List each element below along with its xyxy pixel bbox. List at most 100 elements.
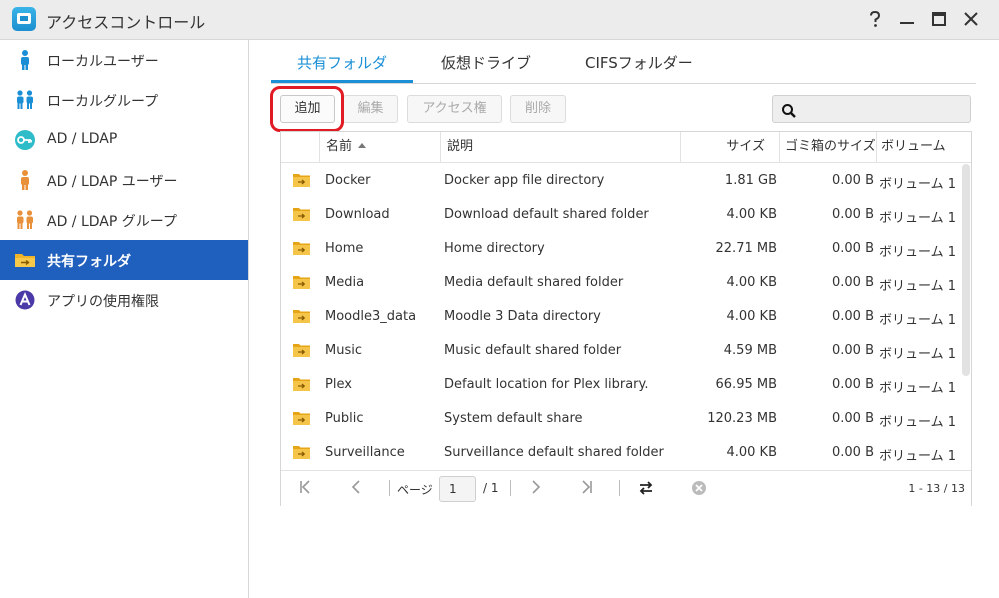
access-control-app-icon — [12, 7, 36, 31]
cell-name: Docker — [325, 173, 371, 188]
shared-folder-icon — [293, 310, 310, 323]
table-row[interactable]: Media Media default shared folder 4.00 KB 0… — [281, 265, 963, 299]
tab-shared-folders[interactable]: 共有フォルダ — [297, 52, 387, 73]
sidebar-item-shared-folders[interactable]: 共有フォルダ — [0, 240, 248, 280]
ad-group-icon — [17, 210, 33, 229]
page-number-input[interactable]: 1 — [439, 476, 476, 502]
add-button-highlight — [270, 86, 344, 132]
first-page-icon — [300, 480, 310, 494]
minimize-button[interactable] — [896, 8, 918, 30]
sidebar-item-label: AD / LDAP — [47, 131, 118, 147]
sidebar-item-local-users[interactable]: ローカルユーザー — [0, 40, 248, 80]
cell-description: Moodle 3 Data directory — [444, 309, 601, 324]
sidebar-item-ad-ldap-users[interactable]: AD / LDAP ユーザー — [0, 160, 248, 200]
column-header-name[interactable]: 名前 — [319, 132, 440, 162]
table-row[interactable]: Plex Default location for Plex library. 66… — [281, 367, 963, 401]
sidebar-item-label: ローカルグループ — [47, 94, 159, 110]
chevron-left-icon — [351, 480, 360, 494]
sidebar-item-label: ローカルユーザー — [47, 54, 159, 70]
page-label: ページ — [397, 483, 433, 497]
app-permission-icon — [15, 290, 35, 310]
page-total: / 1 — [483, 481, 499, 495]
maximize-button[interactable] — [928, 8, 950, 30]
sidebar-item-app-permissions[interactable]: アプリの使用権限 — [0, 280, 248, 320]
sort-ascending-icon — [358, 143, 367, 148]
column-header-volume[interactable]: ボリューム — [876, 132, 971, 162]
sidebar-item-label: 共有フォルダ — [47, 254, 131, 270]
shared-folder-table: 名前 説明 サイズ ゴミ箱のサイズ ボリューム Docker Docker app… — [280, 131, 972, 506]
cell-trash-size: 0.00 B — [832, 207, 874, 222]
cell-volume: ボリューム 1 — [879, 211, 957, 226]
column-header-size-label: サイズ — [726, 139, 765, 154]
edit-button[interactable]: 編集 — [343, 95, 398, 123]
cell-size: 4.00 KB — [726, 275, 777, 290]
shared-folder-icon — [293, 446, 310, 459]
clear-filter-button[interactable] — [691, 480, 707, 500]
cell-volume: ボリューム 1 — [879, 347, 957, 362]
cell-name: Media — [325, 275, 365, 290]
group-icon — [17, 90, 33, 109]
cell-volume: ボリューム 1 — [879, 279, 957, 294]
pager-divider — [619, 480, 620, 496]
cell-description: Download default shared folder — [444, 207, 649, 222]
close-button[interactable] — [960, 8, 982, 30]
previous-page-button[interactable] — [351, 480, 361, 498]
table-row[interactable]: Moodle3_data Moodle 3 Data directory 4.00 … — [281, 299, 963, 333]
cell-description: System default share — [444, 411, 583, 426]
cell-trash-size: 0.00 B — [832, 445, 874, 460]
first-page-button[interactable] — [299, 480, 311, 498]
table-row[interactable]: Download Download default shared folder 4.… — [281, 197, 963, 231]
column-header-size[interactable]: サイズ — [680, 132, 779, 162]
column-header-description-label: 説明 — [447, 139, 474, 154]
next-page-button[interactable] — [531, 480, 541, 498]
cell-description: Surveillance default shared folder — [444, 445, 664, 460]
column-header-trash-size[interactable]: ゴミ箱のサイズ — [779, 132, 876, 162]
access-rights-button[interactable]: アクセス権 — [407, 95, 502, 123]
sidebar-item-local-groups[interactable]: ローカルグループ — [0, 80, 248, 120]
column-header-name-label: 名前 — [326, 139, 353, 154]
cell-description: Media default shared folder — [444, 275, 624, 290]
cell-trash-size: 0.00 B — [832, 309, 874, 324]
help-icon — [870, 10, 881, 27]
pager-divider — [389, 480, 390, 496]
last-page-button[interactable] — [581, 480, 593, 498]
refresh-button[interactable] — [638, 480, 654, 500]
cell-trash-size: 0.00 B — [832, 377, 874, 392]
cell-trash-size: 0.00 B — [832, 411, 874, 426]
table-body: Docker Docker app file directory 1.81 GB 0.… — [281, 163, 963, 469]
minimize-icon — [900, 22, 914, 24]
search-input[interactable] — [772, 95, 971, 123]
cell-name: Moodle3_data — [325, 309, 417, 324]
shared-folder-icon — [15, 254, 35, 267]
tab-virtual-drives[interactable]: 仮想ドライブ — [441, 52, 531, 73]
table-row[interactable]: Surveillance Surveillance default shared … — [281, 435, 963, 469]
last-page-icon — [582, 480, 592, 494]
table-row[interactable]: Music Music default shared folder 4.59 MB 0… — [281, 333, 963, 367]
cell-description: Default location for Plex library. — [444, 377, 649, 392]
cell-trash-size: 0.00 B — [832, 343, 874, 358]
cell-name: Music — [325, 343, 362, 358]
help-button[interactable] — [864, 8, 886, 30]
title-bar: アクセスコントロール — [0, 0, 999, 40]
delete-button[interactable]: 削除 — [510, 95, 566, 123]
window-title: アクセスコントロール — [46, 13, 206, 32]
shared-folder-icon — [293, 242, 310, 255]
tab-cifs-folders[interactable]: CIFSフォルダー — [585, 52, 693, 73]
sidebar-item-ad-ldap-groups[interactable]: AD / LDAP グループ — [0, 200, 248, 240]
cell-size: 1.81 GB — [724, 173, 777, 188]
table-row[interactable]: Home Home directory 22.71 MB 0.00 B ボリューム 1 — [281, 231, 963, 265]
key-icon — [15, 130, 35, 150]
maximize-icon — [932, 12, 946, 26]
sidebar-item-ad-ldap[interactable]: AD / LDAP — [0, 120, 248, 160]
column-header-description[interactable]: 説明 — [440, 132, 680, 162]
table-row[interactable]: Public System default share 120.23 MB 0.00 … — [281, 401, 963, 435]
column-header-trash-size-label: ゴミ箱のサイズ — [785, 139, 876, 154]
cell-trash-size: 0.00 B — [832, 173, 874, 188]
cell-description: Home directory — [444, 241, 545, 256]
sidebar: ローカルユーザー ローカルグループ AD / LDAP AD / LDAP ユー… — [0, 40, 249, 598]
cell-volume: ボリューム 1 — [879, 381, 957, 396]
active-tab-indicator — [271, 80, 413, 83]
table-row[interactable]: Docker Docker app file directory 1.81 GB 0.… — [281, 163, 963, 197]
cell-size: 4.00 KB — [726, 207, 777, 222]
vertical-scrollbar[interactable] — [962, 164, 970, 376]
